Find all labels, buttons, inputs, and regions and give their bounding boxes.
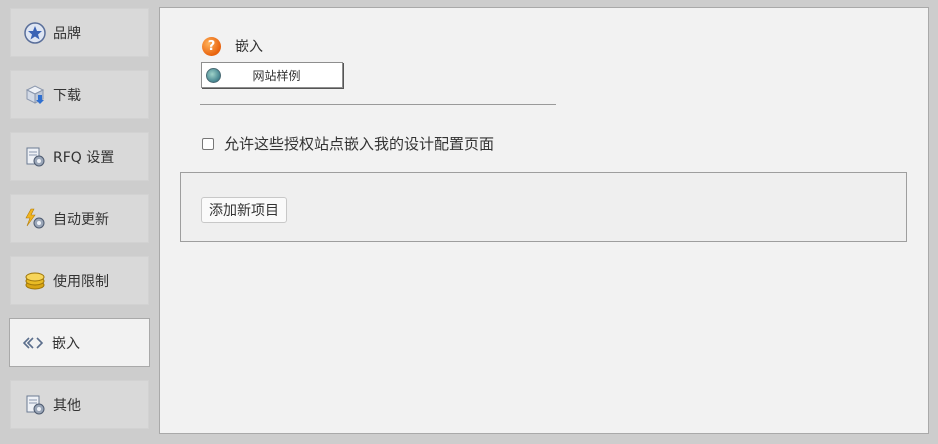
example-site-button[interactable]: 网站样例 [201, 62, 343, 88]
sidebar-item-label: RFQ 设置 [53, 149, 115, 166]
allow-embed-checkbox[interactable] [202, 137, 214, 150]
coins-icon [23, 269, 47, 293]
sidebar-item-label: 其他 [53, 397, 81, 414]
settings-document-icon [23, 393, 47, 417]
download-box-icon [23, 83, 47, 107]
sidebar-item-label: 使用限制 [53, 273, 109, 290]
allow-embed-option: 允许这些授权站点嵌入我的设计配置页面 [202, 133, 494, 154]
allow-embed-label: 允许这些授权站点嵌入我的设计配置页面 [224, 135, 495, 153]
code-brackets-icon [22, 331, 46, 355]
embed-items-panel: 添加新项目 [180, 172, 907, 242]
help-icon[interactable]: ? [202, 36, 221, 56]
sidebar-item-label: 品牌 [53, 25, 81, 42]
settings-document-icon [23, 145, 47, 169]
sidebar-item-download[interactable]: 下载 [10, 70, 149, 119]
sidebar-item-auto-update[interactable]: 自动更新 [10, 194, 149, 243]
divider [200, 104, 556, 105]
section-header: ? 嵌入 [202, 36, 263, 56]
sidebar-item-label: 自动更新 [53, 211, 109, 228]
example-site-label: 网站样例 [252, 68, 301, 83]
sidebar-item-brand[interactable]: 品牌 [10, 8, 149, 57]
sidebar-item-rfq-settings[interactable]: RFQ 设置 [10, 132, 149, 181]
sidebar-item-label: 下载 [53, 87, 81, 104]
globe-icon [206, 67, 221, 83]
section-title: 嵌入 [235, 39, 263, 55]
star-badge-icon [23, 21, 47, 45]
embed-panel: ? 嵌入 网站样例 允许这些授权站点嵌入我的设计配置页面 添加新项目 [159, 7, 929, 434]
sidebar-item-usage-limits[interactable]: 使用限制 [10, 256, 149, 305]
sidebar-item-label: 嵌入 [52, 335, 80, 352]
sidebar: 品牌 下载 RFQ 设置 自动更新 使用限制 嵌入 其他 [0, 0, 160, 444]
add-item-button[interactable]: 添加新项目 [201, 197, 287, 223]
sidebar-item-other[interactable]: 其他 [10, 380, 149, 429]
sidebar-item-embed[interactable]: 嵌入 [9, 318, 150, 367]
lightning-gear-icon [23, 207, 47, 231]
